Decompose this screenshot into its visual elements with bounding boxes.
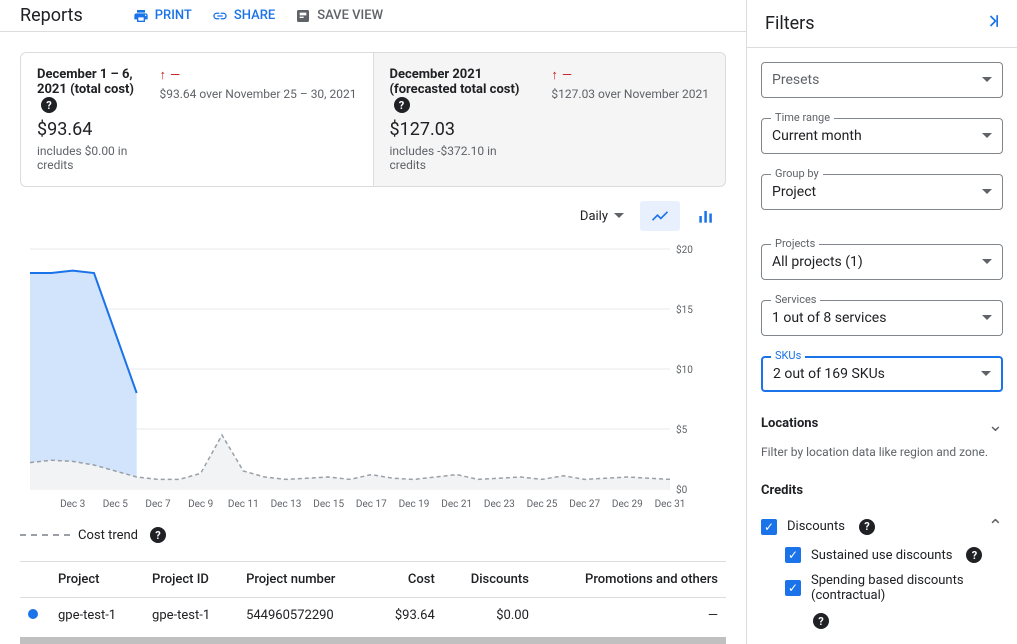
col-project[interactable]: Project — [50, 562, 144, 598]
series-dot — [28, 609, 38, 619]
chevron-up-icon[interactable]: ⌃ — [988, 516, 1003, 537]
svg-text:Dec 13: Dec 13 — [271, 499, 302, 510]
svg-text:Dec 11: Dec 11 — [228, 499, 259, 510]
share-button[interactable]: SHARE — [212, 8, 275, 24]
chevron-down-icon — [982, 315, 992, 325]
svg-text:Dec 27: Dec 27 — [569, 499, 600, 510]
svg-text:Dec 5: Dec 5 — [103, 499, 129, 510]
svg-text:$20: $20 — [676, 243, 693, 256]
checkbox-checked-icon: ✓ — [785, 580, 801, 596]
card-delta: ↑— — [160, 67, 357, 83]
chevron-down-icon — [982, 77, 992, 87]
forecast-cost-card: December 2021 (forecasted total cost)? $… — [374, 52, 727, 187]
locations-subtext: Filter by location data like region and … — [761, 445, 1003, 459]
services-select[interactable]: Services 1 out of 8 services — [761, 300, 1003, 336]
checkbox-checked-icon: ✓ — [785, 547, 801, 563]
header: Reports PRINT SHARE SAVE VIEW — [0, 0, 746, 32]
card-delta: ↑— — [551, 67, 709, 83]
discounts-checkbox[interactable]: ✓ Discounts ? ⌃ — [761, 516, 1003, 537]
granularity-dropdown[interactable]: Daily — [580, 209, 624, 224]
help-icon[interactable]: ? — [394, 97, 410, 113]
help-icon[interactable]: ? — [41, 97, 57, 113]
svg-text:Dec 17: Dec 17 — [356, 499, 387, 510]
chart-controls: Daily — [0, 187, 746, 239]
svg-text:Dec 19: Dec 19 — [399, 499, 430, 510]
print-button[interactable]: PRINT — [133, 8, 192, 24]
total-cost-card: December 1 – 6, 2021 (total cost)? $93.6… — [20, 52, 374, 187]
chart-type-toggle — [640, 201, 726, 231]
group-by-select[interactable]: Group by Project — [761, 174, 1003, 210]
summary-cards: December 1 – 6, 2021 (total cost)? $93.6… — [0, 32, 746, 187]
table-row[interactable]: gpe-test-1 gpe-test-1 544960572290 $93.6… — [20, 598, 726, 634]
col-project-number[interactable]: Project number — [238, 562, 372, 598]
card-title: December 1 – 6, 2021 (total cost) — [37, 67, 134, 97]
card-delta-text: $93.64 over November 25 – 30, 2021 — [160, 87, 357, 101]
link-icon — [212, 8, 228, 24]
print-icon — [133, 8, 149, 24]
help-icon[interactable]: ? — [966, 547, 982, 563]
cost-chart: $0 $5 $10 $15 $20 Dec 3 Dec 5 Dec 7 Dec 9 Dec 11 D… — [20, 239, 726, 519]
chevron-down-icon: ⌄ — [988, 415, 1003, 436]
legend-label: Cost trend — [78, 528, 138, 543]
filters-title: Filters — [765, 13, 815, 34]
help-icon[interactable]: ? — [859, 519, 875, 535]
svg-text:Dec 15: Dec 15 — [313, 499, 344, 510]
card-title: December 2021 (forecasted total cost) — [390, 67, 520, 97]
card-credits: includes -$372.10 in credits — [390, 144, 532, 172]
line-chart-toggle[interactable] — [640, 201, 680, 231]
help-icon[interactable]: ? — [813, 613, 829, 629]
checkbox-checked-icon: ✓ — [761, 519, 777, 535]
help-icon[interactable]: ? — [150, 527, 166, 543]
svg-text:Dec 3: Dec 3 — [60, 499, 85, 510]
svg-text:Dec 9: Dec 9 — [188, 499, 213, 510]
svg-text:$0: $0 — [676, 483, 688, 496]
svg-text:Dec 25: Dec 25 — [527, 499, 558, 510]
svg-text:Dec 31: Dec 31 — [655, 499, 686, 510]
col-discounts[interactable]: Discounts — [443, 562, 537, 598]
projects-select[interactable]: Projects All projects (1) — [761, 244, 1003, 280]
svg-text:Dec 29: Dec 29 — [612, 499, 643, 510]
card-amount: $93.64 — [37, 119, 140, 140]
arrow-up-icon: ↑ — [551, 67, 558, 83]
presets-select[interactable]: Presets — [761, 62, 1003, 98]
chevron-down-icon — [982, 133, 992, 143]
chevron-down-icon — [982, 259, 992, 269]
col-project-id[interactable]: Project ID — [144, 562, 238, 598]
svg-text:Dec 21: Dec 21 — [441, 499, 472, 510]
locations-expand[interactable]: Locations ⌄ — [761, 412, 1003, 439]
svg-text:$10: $10 — [676, 363, 693, 376]
filters-header: Filters — [747, 0, 1017, 48]
svg-text:Dec 7: Dec 7 — [145, 499, 171, 510]
save-view-button[interactable]: SAVE VIEW — [295, 8, 383, 24]
bar-chart-toggle[interactable] — [686, 201, 726, 231]
table-header-row: Project Project ID Project number Cost D… — [20, 562, 726, 598]
credits-expand[interactable]: Credits — [761, 479, 1003, 506]
chevron-down-icon — [981, 371, 991, 381]
col-cost[interactable]: Cost — [372, 562, 443, 598]
col-promo[interactable]: Promotions and others — [537, 562, 726, 598]
time-range-select[interactable]: Time range Current month — [761, 118, 1003, 154]
card-delta-text: $127.03 over November 2021 — [551, 87, 709, 101]
horizontal-scrollbar[interactable] — [20, 637, 726, 644]
arrow-up-icon: ↑ — [160, 67, 167, 83]
svg-text:$5: $5 — [676, 423, 688, 436]
chevron-down-icon — [614, 213, 624, 223]
spending-based-checkbox[interactable]: ✓ Spending based discounts (contractual) — [785, 573, 1003, 603]
svg-text:Dec 23: Dec 23 — [484, 499, 515, 510]
page-title: Reports — [20, 5, 83, 26]
cost-table: Project Project ID Project number Cost D… — [20, 561, 726, 633]
card-credits: includes $0.00 in credits — [37, 144, 140, 172]
legend-swatch — [20, 534, 70, 536]
card-amount: $127.03 — [390, 119, 532, 140]
legend: Cost trend ? — [0, 519, 746, 561]
collapse-panel-icon[interactable] — [983, 11, 1003, 36]
skus-select[interactable]: SKUs 2 out of 169 SKUs — [761, 356, 1003, 392]
sustained-use-checkbox[interactable]: ✓ Sustained use discounts ? — [785, 547, 1003, 563]
save-icon — [295, 8, 311, 24]
svg-text:$15: $15 — [676, 303, 693, 316]
chevron-down-icon — [982, 189, 992, 199]
